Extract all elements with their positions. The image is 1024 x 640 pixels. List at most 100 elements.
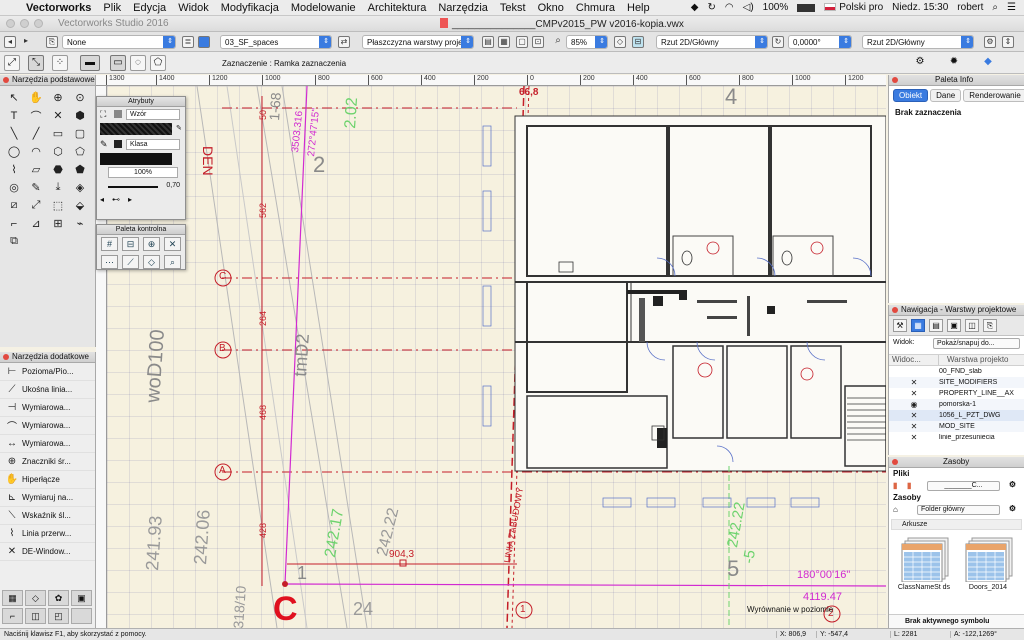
- close-icon[interactable]: [3, 77, 9, 83]
- palette-header[interactable]: Paleta kontrolna: [97, 225, 185, 235]
- tool-button[interactable]: ◈: [69, 179, 91, 196]
- tool-button[interactable]: ✕: [47, 107, 69, 124]
- snap-tangent-icon[interactable]: ▬: [80, 55, 100, 71]
- input-language[interactable]: Polski pro: [824, 2, 883, 13]
- resource-item[interactable]: Doors_2014: [959, 534, 1017, 591]
- close-icon[interactable]: [892, 459, 898, 465]
- close-window-button[interactable]: [6, 19, 15, 28]
- layer-row[interactable]: ✕ linie_przesuniecia: [889, 432, 1024, 443]
- resource-group-sheets[interactable]: Arkusze: [891, 519, 1022, 530]
- menu-edit[interactable]: Edycja: [133, 2, 166, 14]
- grid-snap-icon[interactable]: #: [101, 237, 118, 251]
- gear-icon[interactable]: ⚙: [1009, 480, 1016, 489]
- palette-header[interactable]: Atrybuty: [97, 97, 185, 107]
- tool-button[interactable]: ◯: [3, 143, 25, 160]
- tool-button[interactable]: ⬚: [47, 197, 69, 214]
- palette-header[interactable]: Paleta Info: [889, 75, 1024, 86]
- tool-button[interactable]: ⬟: [69, 161, 91, 178]
- zoom-select[interactable]: 85% ⇕: [566, 35, 608, 49]
- pen-swatch[interactable]: [114, 140, 122, 148]
- layer-row[interactable]: ✕ PROPERTY_LINE__AX: [889, 388, 1024, 399]
- tool-set-icon[interactable]: ◰: [48, 608, 69, 624]
- notification-icon[interactable]: ☰: [1007, 2, 1016, 13]
- arrow-end-icon[interactable]: ▸: [128, 195, 132, 207]
- tool-button[interactable]: ↖: [3, 89, 25, 106]
- visibility-toggle[interactable]: ◉: [889, 400, 939, 409]
- menu-cloud[interactable]: Chmura: [576, 2, 615, 14]
- extra-tool-item[interactable]: ⌇ Linia przerw...: [0, 525, 95, 543]
- layer-link-icon[interactable]: ⇕: [1002, 36, 1014, 48]
- tool-button[interactable]: ⊕: [47, 89, 69, 106]
- volume-icon[interactable]: ◁): [743, 2, 754, 13]
- view-options-icon[interactable]: ⚙: [984, 36, 996, 48]
- gear-icon[interactable]: ⚙: [912, 55, 928, 71]
- visibility-toggle[interactable]: ✕: [889, 433, 939, 442]
- tool-set-icon[interactable]: ✿: [48, 590, 69, 606]
- nav-sheets-icon[interactable]: ▣: [947, 319, 961, 332]
- surface-snap-icon[interactable]: ◇: [143, 255, 160, 269]
- tool-button[interactable]: ⬡: [47, 143, 69, 160]
- tool-button[interactable]: [25, 233, 47, 250]
- projection-icon[interactable]: ⊟: [632, 36, 644, 48]
- visibility-toggle[interactable]: ✕: [889, 411, 939, 420]
- pen-color-swatch[interactable]: [100, 153, 172, 165]
- nav-classes-icon[interactable]: ▤: [929, 319, 943, 332]
- drawing-canvas[interactable]: DEN 50 562 264 468 428 C B A C 904,3 66,…: [107, 86, 886, 628]
- tool-button[interactable]: ▭: [47, 125, 69, 142]
- tool-button[interactable]: ⤓: [47, 179, 69, 196]
- tool-set-icon[interactable]: [71, 608, 92, 624]
- extra-tool-item[interactable]: ⟋ Ukośna linia...: [0, 381, 95, 399]
- tool-button[interactable]: [69, 233, 91, 250]
- tool-button[interactable]: ◠: [25, 143, 47, 160]
- distance-snap-icon[interactable]: ⋯: [101, 255, 118, 269]
- tool-button[interactable]: ⬢: [69, 107, 91, 124]
- fill-swatch[interactable]: [114, 110, 122, 118]
- page-icon[interactable]: ▤: [482, 36, 494, 48]
- class-select[interactable]: None ⇕: [62, 35, 176, 49]
- tool-button[interactable]: ⌐: [3, 215, 25, 232]
- tool-button[interactable]: [47, 233, 69, 250]
- snap-object-icon[interactable]: ⤢: [4, 55, 20, 71]
- polygon-select-icon[interactable]: ⬠: [150, 55, 166, 71]
- tool-button[interactable]: ◎: [3, 179, 25, 196]
- column-layer[interactable]: Warstwa projekto: [939, 355, 1009, 365]
- tool-button[interactable]: ╲: [3, 125, 25, 142]
- render-select[interactable]: Rzut 2D/Główny ⇕: [862, 35, 974, 49]
- layer-row[interactable]: 00_FND_slab: [889, 366, 1024, 377]
- menu-app-name[interactable]: Vectorworks: [26, 2, 91, 14]
- menu-help[interactable]: Help: [627, 2, 650, 14]
- visibility-toggle[interactable]: ✕: [889, 422, 939, 431]
- extra-tool-item[interactable]: ⊢ Pozioma/Pio...: [0, 363, 95, 381]
- tool-button[interactable]: ⬣: [47, 161, 69, 178]
- extra-tool-item[interactable]: ✕ DE-Window...: [0, 543, 95, 561]
- tool-set-icon[interactable]: ▦: [2, 590, 23, 606]
- layer-row[interactable]: ✕ MOD_SITE: [889, 421, 1024, 432]
- layer-select[interactable]: 03_SF_spaces ⇕: [220, 35, 332, 49]
- visibility-toggle[interactable]: ✕: [889, 378, 939, 387]
- tab-object[interactable]: Obiekt: [893, 89, 929, 102]
- fill-mode-select[interactable]: Wzór: [126, 109, 180, 120]
- fill-pattern-swatch[interactable]: [100, 123, 172, 135]
- menu-modify[interactable]: Modyfikacja: [221, 2, 279, 14]
- gear-icon[interactable]: ⚙: [1009, 504, 1016, 513]
- rotate-icon[interactable]: ↻: [772, 36, 784, 48]
- column-visibility[interactable]: Widoc...: [889, 355, 939, 365]
- palette-header[interactable]: Zasoby: [889, 457, 1024, 468]
- tool-set-icon[interactable]: ▣: [71, 590, 92, 606]
- close-icon[interactable]: [3, 354, 9, 360]
- tab-data[interactable]: Dane: [930, 89, 962, 102]
- extra-tool-item[interactable]: ⊾ Wymiaruj na...: [0, 489, 95, 507]
- tab-render[interactable]: Renderowanie: [963, 89, 1024, 102]
- menu-text[interactable]: Tekst: [500, 2, 526, 14]
- back-icon[interactable]: ◂: [4, 36, 16, 48]
- extra-tool-item[interactable]: ⊕ Znaczniki śr...: [0, 453, 95, 471]
- marquee-select-icon[interactable]: ▭: [110, 55, 126, 71]
- horizontal-ruler[interactable]: 1300 1400 1200 1000 800 600 400 200 0 20…: [96, 75, 886, 86]
- fit-objects-icon[interactable]: ⊡: [532, 36, 544, 48]
- tool-button[interactable]: ⊙: [69, 89, 91, 106]
- tool-button[interactable]: ⊿: [25, 215, 47, 232]
- extra-tool-item[interactable]: ⟍ Wskaźnik śl...: [0, 507, 95, 525]
- tool-set-icon[interactable]: ⌐: [2, 608, 23, 624]
- intersection-snap-icon[interactable]: ✕: [164, 237, 181, 251]
- folder-select[interactable]: Folder główny: [917, 505, 1000, 515]
